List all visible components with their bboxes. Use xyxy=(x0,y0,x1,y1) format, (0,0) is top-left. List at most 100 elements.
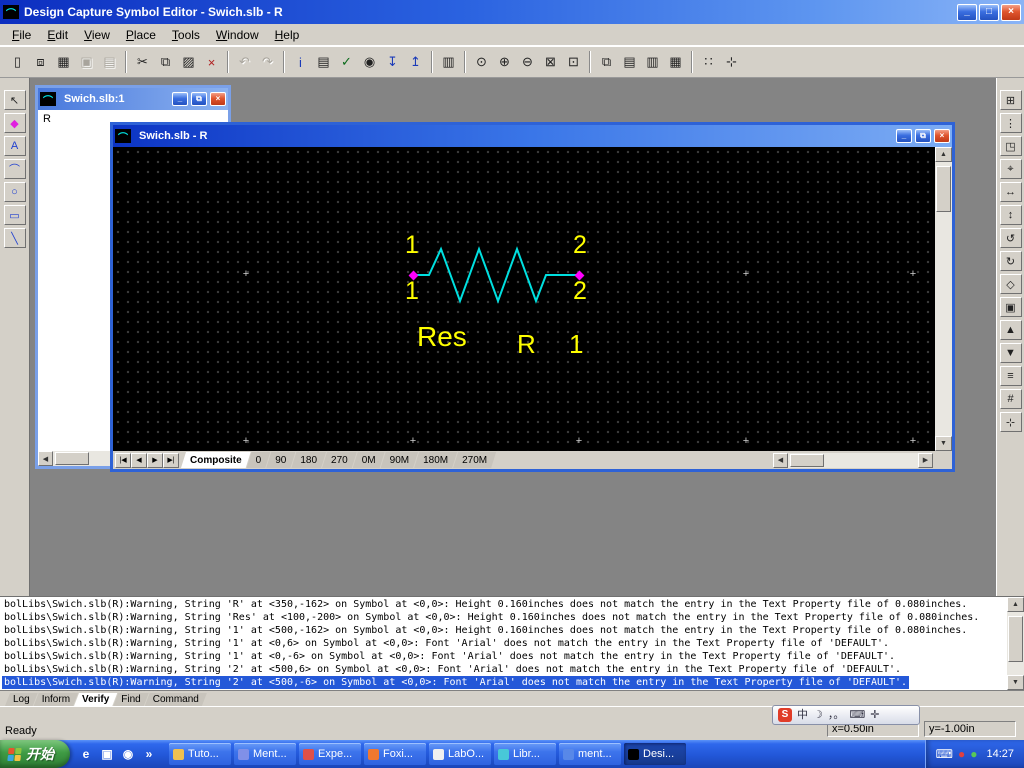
symbol-label[interactable]: 1 xyxy=(405,233,419,258)
log-tab-command[interactable]: Command xyxy=(145,693,207,706)
first-view-button[interactable]: |◀ xyxy=(115,453,131,468)
move-button[interactable]: ↔ xyxy=(1000,182,1022,202)
save-button[interactable]: ▣ xyxy=(75,51,98,74)
pin-array-button[interactable]: ⋮ xyxy=(1000,113,1022,133)
redo-button[interactable]: ↷ xyxy=(256,51,279,74)
view-tab-270m[interactable]: 270M xyxy=(453,452,496,468)
find-button[interactable]: ◉ xyxy=(358,51,381,74)
pin-grid-button[interactable]: ⊞ xyxy=(1000,90,1022,110)
measure-button[interactable]: # xyxy=(1000,389,1022,409)
more-toolbars-chevron[interactable]: » xyxy=(140,745,158,763)
undo-button[interactable]: ↶ xyxy=(233,51,256,74)
canvas-vscrollbar[interactable]: ▲ ▼ xyxy=(935,147,952,451)
zoom-out-button[interactable]: ⊖ xyxy=(516,51,539,74)
scroll-up-button[interactable]: ▲ xyxy=(1007,597,1024,612)
raise-button[interactable]: ▲ xyxy=(1000,320,1022,340)
view-tab-0[interactable]: 0 xyxy=(247,452,271,468)
resistor-body[interactable] xyxy=(413,249,579,301)
minimize-button[interactable]: _ xyxy=(172,92,188,106)
maximize-button[interactable]: □ xyxy=(979,4,999,21)
close-button[interactable]: × xyxy=(1001,4,1021,21)
symbol-label[interactable]: 2 xyxy=(573,279,587,304)
start-button[interactable]: 开始 xyxy=(0,740,70,768)
task-libr[interactable]: Libr... xyxy=(494,743,556,765)
verify-button[interactable]: ✓ xyxy=(335,51,358,74)
snap-button[interactable]: ⊹ xyxy=(720,51,743,74)
symbol-canvas[interactable]: ++++++++1212ResR1 xyxy=(113,147,935,451)
restore-button[interactable]: ⧉ xyxy=(915,129,931,143)
fullwidth-icon[interactable]: ☽ xyxy=(813,710,823,721)
rotate-cw-button[interactable]: ↻ xyxy=(1000,251,1022,271)
symbol-label[interactable]: Res xyxy=(417,323,467,351)
keyboard-icon[interactable]: ⌨ xyxy=(936,748,953,760)
log-line[interactable]: bolLibs\Swich.slb(R):Warning, String '1'… xyxy=(2,624,969,637)
info-button[interactable]: i xyxy=(289,51,312,74)
origin-button[interactable]: ⌖ xyxy=(1000,159,1022,179)
log-vscrollbar[interactable]: ▲ ▼ xyxy=(1007,597,1024,690)
zoom-area-button[interactable]: ⊡ xyxy=(562,51,585,74)
lower-button[interactable]: ▼ xyxy=(1000,343,1022,363)
settings-wrench-icon[interactable]: ✛ xyxy=(870,710,879,721)
rotate-ccw-button[interactable]: ↺ xyxy=(1000,228,1022,248)
log-line[interactable]: bolLibs\Swich.slb(R):Warning, String 'Re… xyxy=(2,611,981,624)
log-tab-verify[interactable]: Verify xyxy=(74,693,117,706)
task-foxi[interactable]: Foxi... xyxy=(364,743,426,765)
copy-button[interactable]: ⧉ xyxy=(154,51,177,74)
tile-horizontal-button[interactable]: ▤ xyxy=(618,51,641,74)
log-output[interactable]: bolLibs\Swich.slb(R):Warning, String 'R'… xyxy=(0,597,1007,690)
scroll-thumb[interactable] xyxy=(936,166,951,212)
scroll-right-button[interactable]: ▶ xyxy=(918,453,933,468)
scroll-down-button[interactable]: ▼ xyxy=(1007,675,1024,690)
restore-button[interactable]: ⧉ xyxy=(191,92,207,106)
scroll-track[interactable] xyxy=(1007,612,1024,675)
menu-edit[interactable]: Edit xyxy=(39,25,76,45)
task-desi[interactable]: Desi... xyxy=(624,743,686,765)
pin-tool[interactable]: ◆ xyxy=(4,113,26,133)
grid-button[interactable]: ∷ xyxy=(697,51,720,74)
view-tab-90[interactable]: 90 xyxy=(266,452,295,468)
view-tab-0m[interactable]: 0M xyxy=(353,452,385,468)
scroll-up-button[interactable]: ▲ xyxy=(935,147,952,162)
arc-tool[interactable]: ⌒ xyxy=(4,159,26,179)
task-tuto[interactable]: Tuto... xyxy=(169,743,231,765)
view-tab-180m[interactable]: 180M xyxy=(414,452,457,468)
scroll-thumb[interactable] xyxy=(55,452,89,465)
circle-tool[interactable]: ○ xyxy=(4,182,26,202)
print-setup-button[interactable]: ▤ xyxy=(98,51,121,74)
menu-place[interactable]: Place xyxy=(118,25,164,45)
rectangle-tool[interactable]: ▭ xyxy=(4,205,26,225)
minimize-button[interactable]: _ xyxy=(896,129,912,143)
arrange-windows-button[interactable]: ▦ xyxy=(664,51,687,74)
select-tool[interactable]: ↖ xyxy=(4,90,26,110)
scroll-track[interactable] xyxy=(935,162,952,436)
scroll-track[interactable] xyxy=(788,453,918,468)
scroll-thumb[interactable] xyxy=(790,454,824,467)
ieee-symbol-button[interactable]: ◳ xyxy=(1000,136,1022,156)
task-labo[interactable]: LabO... xyxy=(429,743,491,765)
view-tab-composite[interactable]: Composite xyxy=(181,452,251,468)
log-tab-inform[interactable]: Inform xyxy=(34,693,78,706)
symbol-label[interactable]: 1 xyxy=(569,331,583,357)
zoom-tool-button[interactable]: ⊙ xyxy=(470,51,493,74)
paste-button[interactable]: ▨ xyxy=(177,51,200,74)
symbol-label[interactable]: 1 xyxy=(405,279,419,304)
symbol-window-titlebar[interactable]: ⌒ Swich.slb - R _ ⧉ × xyxy=(113,125,952,147)
log-line[interactable]: bolLibs\Swich.slb(R):Warning, String '2'… xyxy=(2,663,903,676)
show-desktop-icon[interactable]: ▣ xyxy=(98,745,116,763)
options-button[interactable]: ⊹ xyxy=(1000,412,1022,432)
last-view-button[interactable]: ▶| xyxy=(163,453,179,468)
media-player-icon[interactable]: ◉ xyxy=(119,745,137,763)
close-button[interactable]: × xyxy=(210,92,226,106)
internet-explorer-icon[interactable]: e xyxy=(77,745,95,763)
line-tool[interactable]: ╲ xyxy=(4,228,26,248)
open-folder-button[interactable]: ▦ xyxy=(52,51,75,74)
soft-keyboard-icon[interactable]: ⌨ xyxy=(849,710,865,721)
chinese-mode-icon[interactable]: 中 xyxy=(797,710,808,721)
fill-button[interactable]: ▣ xyxy=(1000,297,1022,317)
view-tab-180[interactable]: 180 xyxy=(291,452,326,468)
menu-view[interactable]: View xyxy=(76,25,118,45)
tile-vertical-button[interactable]: ▥ xyxy=(641,51,664,74)
new-document-button[interactable]: ▯ xyxy=(6,51,29,74)
menu-window[interactable]: Window xyxy=(208,25,267,45)
symbol-label[interactable]: 2 xyxy=(573,233,587,258)
